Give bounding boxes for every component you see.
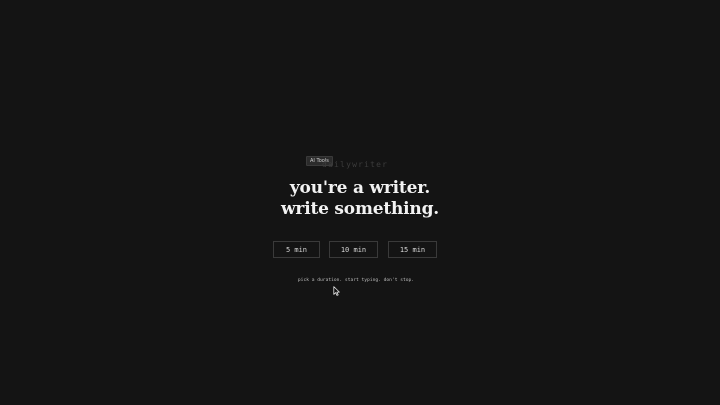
mouse-pointer-icon [333,286,340,296]
duration-5-min-button[interactable]: 5 min [273,241,320,258]
duration-options: 5 min 10 min 15 min [0,241,720,260]
instruction-hint: pick a duration. start typing. don't sto… [297,278,415,283]
page-title: you're a writer. write something. [0,178,720,220]
brand-row: AI Tools dailywriter [306,156,426,170]
brand-name: dailywriter [322,160,389,169]
headline-line-2: write something. [281,199,439,219]
duration-10-min-button[interactable]: 10 min [329,241,378,258]
app-screen: AI Tools dailywriter you're a writer. wr… [0,0,720,405]
duration-15-min-button[interactable]: 15 min [388,241,437,258]
headline-line-1: you're a writer. [289,178,431,198]
